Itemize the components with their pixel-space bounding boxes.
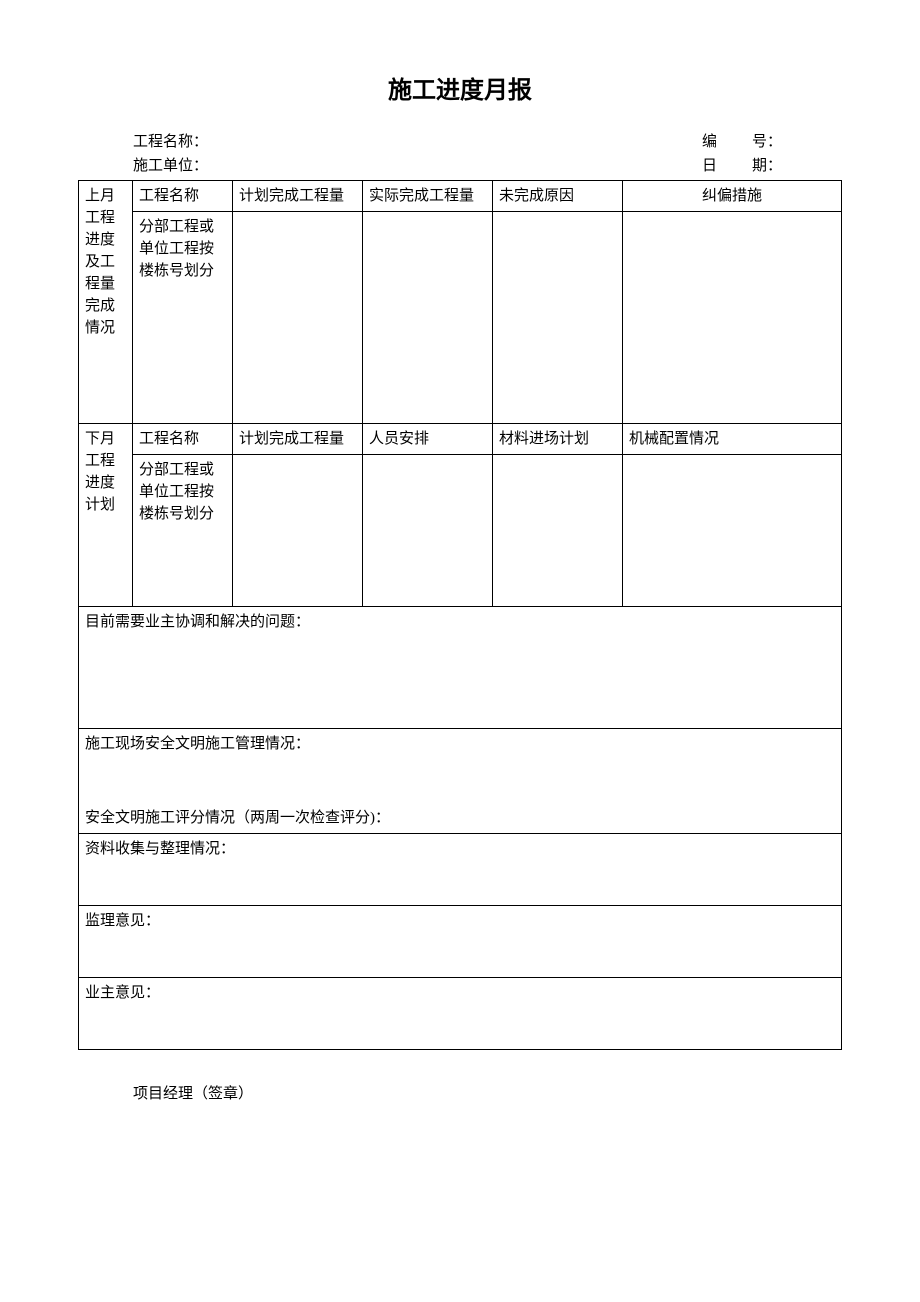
section1-side-label: 上月工程进度及工程量完成情况 [79,181,133,424]
number-label: 编 [702,130,752,154]
supervisor-row: 监理意见： [79,906,842,978]
safety-cell: 施工现场安全文明施工管理情况： 安全文明施工评分情况（两周一次检查评分)： [79,729,842,834]
s2r2c4 [493,455,623,607]
s1r2c5 [623,212,842,424]
section1-header-row: 上月工程进度及工程量完成情况 工程名称 计划完成工程量 实际完成工程量 未完成原… [79,181,842,212]
main-table: 上月工程进度及工程量完成情况 工程名称 计划完成工程量 实际完成工程量 未完成原… [78,180,842,1050]
header-block: 工程名称： 编 号： 施工单位： 日 期： [78,130,842,178]
s2r1c4: 材料进场计划 [493,424,623,455]
s2r2c5 [623,455,842,607]
s1r1c2: 计划完成工程量 [233,181,363,212]
s2r1c1: 工程名称 [133,424,233,455]
contractor-label: 施工单位： [133,158,208,174]
supervisor-cell: 监理意见： [79,906,842,978]
s1r2c3 [363,212,493,424]
s2r1c3: 人员安排 [363,424,493,455]
s1r2c2 [233,212,363,424]
section2-data-row: 分部工程或单位工程按楼栋号划分 [79,455,842,607]
owner-issue-row: 目前需要业主协调和解决的问题： [79,607,842,729]
safety-line2: 安全文明施工评分情况（两周一次检查评分)： [85,807,835,829]
s2r1c5: 机械配置情况 [623,424,842,455]
section2-side-label: 下月工程进度计划 [79,424,133,607]
s1r1c5: 纠偏措施 [623,181,842,212]
owner-opinion-cell: 业主意见： [79,978,842,1050]
s2r2c1: 分部工程或单位工程按楼栋号划分 [133,455,233,607]
date-label: 日 [702,154,752,178]
s1r1c4: 未完成原因 [493,181,623,212]
section2-header-row: 下月工程进度计划 工程名称 计划完成工程量 人员安排 材料进场计划 机械配置情况 [79,424,842,455]
s2r2c3 [363,455,493,607]
data-collect-cell: 资料收集与整理情况： [79,834,842,906]
date-suffix: 期： [752,158,782,174]
safety-line1: 施工现场安全文明施工管理情况： [85,733,835,755]
s1r1c3: 实际完成工程量 [363,181,493,212]
project-name-label: 工程名称： [133,134,208,150]
section1-data-row: 分部工程或单位工程按楼栋号划分 [79,212,842,424]
number-suffix: 号： [752,134,782,150]
data-collect-row: 资料收集与整理情况： [79,834,842,906]
s1r2c4 [493,212,623,424]
sign-line: 项目经理（签章） [78,1082,842,1103]
s2r1c2: 计划完成工程量 [233,424,363,455]
s2r2c2 [233,455,363,607]
owner-opinion-row: 业主意见： [79,978,842,1050]
s1r1c1: 工程名称 [133,181,233,212]
s1r2c1: 分部工程或单位工程按楼栋号划分 [133,212,233,424]
safety-row: 施工现场安全文明施工管理情况： 安全文明施工评分情况（两周一次检查评分)： [79,729,842,834]
page-title: 施工进度月报 [78,70,842,105]
owner-issue-cell: 目前需要业主协调和解决的问题： [79,607,842,729]
